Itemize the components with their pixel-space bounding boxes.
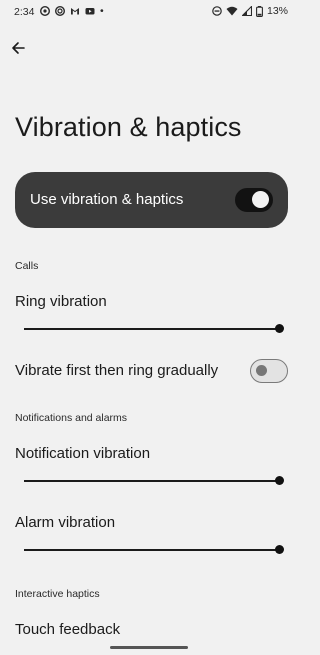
slider-track (24, 549, 279, 551)
slider-track (24, 480, 279, 482)
ring-vibration-label: Ring vibration (15, 293, 107, 310)
wifi-icon (226, 6, 238, 16)
alarm-vibration-label: Alarm vibration (15, 514, 116, 531)
section-header-calls: Calls (15, 260, 39, 272)
gmail-icon (71, 8, 79, 15)
slider-knob[interactable] (274, 324, 284, 333)
chrome-icon (40, 6, 50, 16)
ring-vibration-slider[interactable] (24, 323, 284, 335)
youtube-icon (85, 8, 95, 15)
slider-knob[interactable] (274, 545, 284, 554)
slider-track (24, 328, 279, 330)
battery-icon (256, 5, 263, 17)
signal-icon (241, 6, 252, 16)
status-time: 2:34 (14, 6, 35, 18)
switch-thumb (256, 365, 267, 376)
vibrate-first-label: Vibrate first then ring gradually (15, 362, 219, 379)
slider-knob[interactable] (274, 476, 284, 485)
record-icon (55, 6, 65, 16)
vibrate-first-switch[interactable] (250, 359, 288, 383)
section-header-interactive: Interactive haptics (15, 588, 100, 600)
section-header-notifications: Notifications and alarms (15, 412, 128, 424)
page-title: Vibration & haptics (15, 112, 242, 142)
back-button[interactable] (8, 38, 28, 58)
notification-vibration-slider[interactable] (24, 475, 284, 487)
use-vibration-haptics-card[interactable]: Use vibration & haptics (15, 172, 288, 228)
status-bar: 2:34 • 13% (0, 0, 298, 26)
dnd-icon (212, 6, 222, 16)
battery-percent: 13% (266, 5, 288, 17)
system-icons: 13% (212, 5, 288, 17)
alarm-vibration-slider[interactable] (24, 544, 284, 556)
notification-vibration-label: Notification vibration (15, 445, 151, 462)
gesture-nav-handle[interactable] (110, 646, 188, 649)
notification-dot: • (100, 5, 104, 17)
notification-icons: • (40, 5, 104, 17)
arrow-left-icon (12, 42, 25, 54)
switch-thumb (252, 191, 269, 208)
touch-feedback-label[interactable]: Touch feedback (15, 621, 120, 638)
use-vibration-haptics-switch[interactable] (235, 188, 273, 212)
vibrate-first-row[interactable]: Vibrate first then ring gradually (0, 355, 298, 387)
use-vibration-haptics-label: Use vibration & haptics (30, 191, 184, 208)
